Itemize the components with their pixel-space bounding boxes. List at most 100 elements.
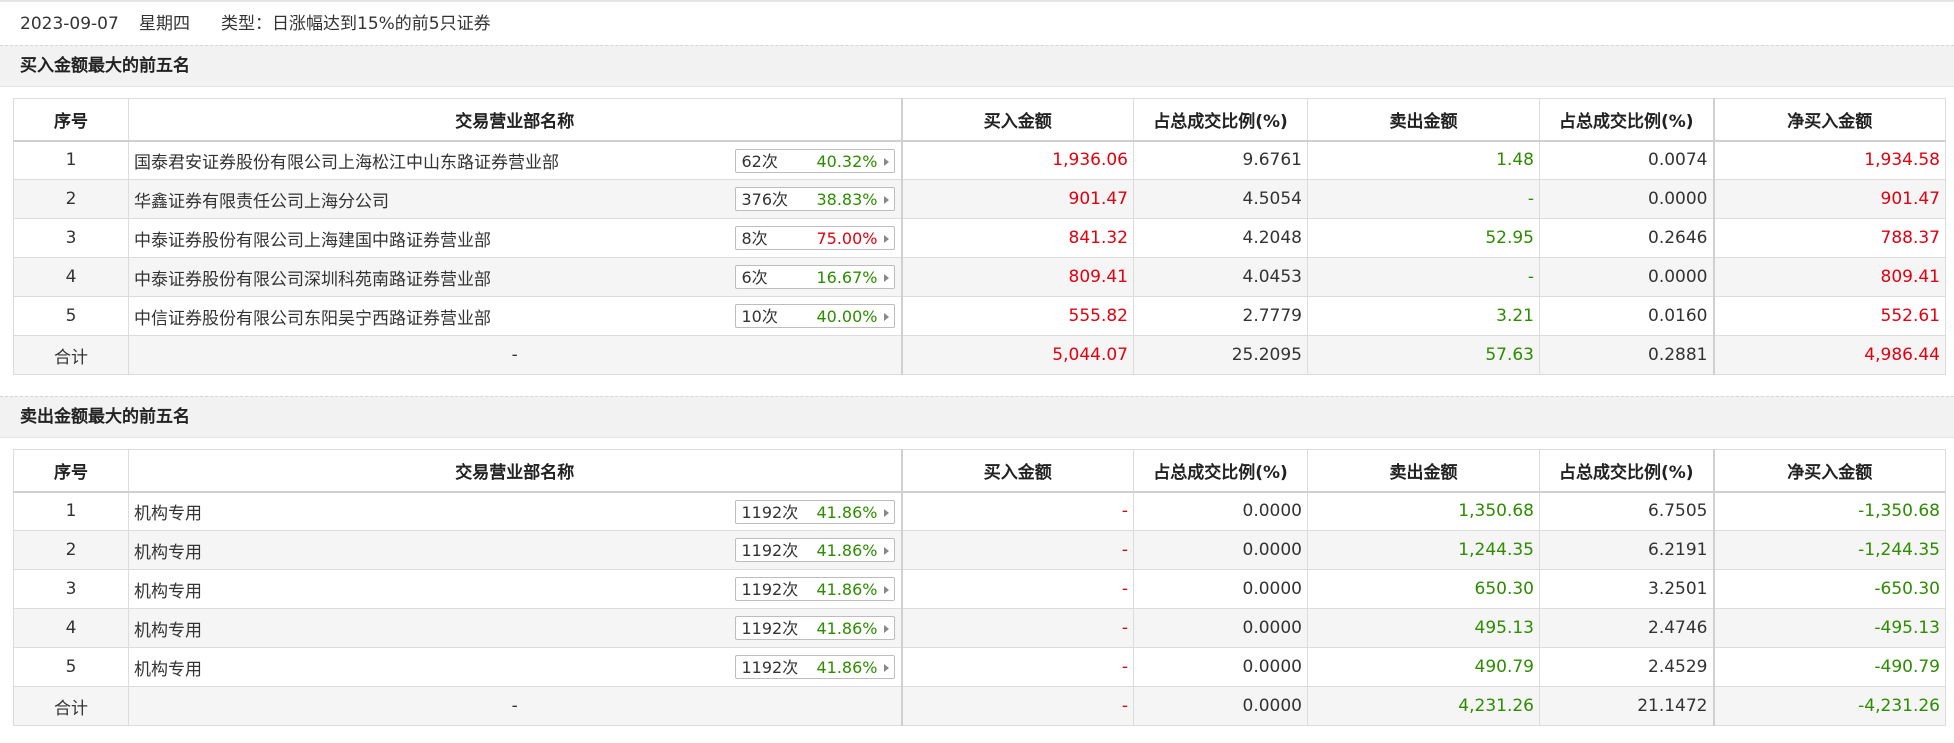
broker-name[interactable]: 机构专用: [134, 543, 202, 563]
column-header: 占总成交比例(%): [1539, 98, 1714, 142]
broker-stats-badge[interactable]: 1192次 41.86%: [734, 499, 895, 524]
broker-name-cell: 中信证券股份有限公司东阳吴宁西路证券营业部 10次 40.00%: [128, 296, 902, 336]
sell-ratio: 6.2191: [1539, 530, 1714, 570]
sell-ratio: 0.0000: [1539, 257, 1714, 297]
buy-amount: -: [900, 491, 1134, 531]
appearance-count: 1192次: [741, 541, 799, 560]
broker-name[interactable]: 华鑫证券有限责任公司上海分公司: [134, 192, 389, 212]
net-buy-amount: -650.30: [1712, 569, 1946, 609]
column-header: 序号: [13, 98, 129, 142]
caret-right-icon: [883, 508, 889, 517]
appearance-count: 1192次: [741, 619, 799, 638]
appearance-count: 1192次: [741, 502, 799, 522]
table-row: 3 中泰证券股份有限公司上海建国中路证券营业部 8次 75.00% 841.32 4.20…: [13, 218, 1946, 258]
row-number: 1: [13, 140, 129, 180]
buy-ratio: 0.0000: [1133, 647, 1308, 687]
buy-amount: -: [900, 530, 1134, 570]
sell-ratio: 6.7505: [1539, 491, 1714, 531]
buy-section-title: 买入金额最大的前五名: [0, 45, 1954, 87]
broker-name[interactable]: 国泰君安证券股份有限公司上海松江中山东路证券营业部: [134, 153, 559, 173]
buy-amount: -: [900, 647, 1134, 687]
row-number: 3: [13, 218, 129, 258]
sell-top5-table: 序号 交易营业部名称 买入金额 占总成交比例(%) 卖出金额 占总成交比例(%) 净买入金额…: [13, 449, 1946, 726]
sell-section-title-text: 卖出金额最大的前五名: [20, 407, 190, 427]
broker-name-cell: 机构专用 1192次 41.86%: [128, 608, 902, 648]
trade-date: 2023-09-07: [20, 14, 119, 34]
sell-ratio: 0.0000: [1539, 179, 1714, 219]
top-divider: [0, 0, 1954, 2]
column-header: 占总成交比例(%): [1539, 449, 1714, 493]
table-row: 4 中泰证券股份有限公司深圳科苑南路证券营业部 6次 16.67% 809.41 4.04…: [13, 257, 1946, 297]
weekday: 星期四: [139, 14, 190, 34]
sell-ratio: 0.0160: [1539, 296, 1714, 336]
row-number: 2: [13, 179, 129, 219]
buy-ratio: 0.0000: [1133, 491, 1308, 531]
total-sell-amount: 57.63: [1307, 335, 1540, 375]
sell-amount: 490.79: [1307, 647, 1540, 687]
info-bar: 2023-09-07 星期四 类型：日涨幅达到15%的前5只证券: [0, 4, 1954, 44]
total-net-buy: 4,986.44: [1712, 335, 1946, 375]
buy-amount: 901.47: [900, 179, 1134, 219]
broker-stats-badge[interactable]: 1192次 41.86%: [734, 655, 895, 679]
win-rate: 41.86%: [816, 619, 878, 638]
broker-stats-badge[interactable]: 1192次 41.86%: [734, 577, 895, 601]
broker-name-cell: 机构专用 1192次 41.86%: [128, 491, 902, 531]
broker-stats-badge[interactable]: 1192次 41.86%: [734, 538, 895, 562]
win-rate: 41.86%: [816, 541, 878, 560]
sell-amount: -: [1307, 179, 1540, 219]
broker-name-cell: 机构专用 1192次 41.86%: [128, 569, 902, 609]
appearance-count: 10次: [741, 307, 778, 326]
column-header: 交易营业部名称: [128, 98, 902, 142]
broker-stats-badge[interactable]: 8次 75.00%: [734, 226, 895, 250]
appearance-count: 1192次: [741, 658, 799, 677]
broker-stats-badge[interactable]: 376次 38.83%: [734, 187, 895, 211]
column-header: 卖出金额: [1307, 449, 1540, 493]
table-row: 2 机构专用 1192次 41.86% -0.0000 1,244.35 6.2191 -1,…: [13, 530, 1946, 570]
win-rate: 40.00%: [816, 307, 878, 326]
caret-right-icon: [883, 196, 889, 204]
total-sell-ratio: 21.1472: [1539, 686, 1714, 726]
caret-right-icon: [883, 313, 889, 321]
broker-stats-badge[interactable]: 1192次 41.86%: [734, 616, 895, 640]
broker-name[interactable]: 机构专用: [134, 660, 202, 680]
broker-name[interactable]: 机构专用: [134, 504, 202, 524]
net-buy-amount: 552.61: [1712, 296, 1946, 336]
caret-right-icon: [883, 157, 889, 166]
sell-amount: 52.95: [1307, 218, 1540, 258]
caret-right-icon: [883, 274, 889, 282]
row-number: 5: [13, 296, 129, 336]
total-buy-ratio: 0.0000: [1133, 686, 1308, 726]
sell-amount: 650.30: [1307, 569, 1540, 609]
broker-name[interactable]: 中泰证券股份有限公司深圳科苑南路证券营业部: [134, 270, 491, 290]
broker-name-cell: 中泰证券股份有限公司深圳科苑南路证券营业部 6次 16.67%: [128, 257, 902, 297]
net-buy-amount: 788.37: [1712, 218, 1946, 258]
column-header: 卖出金额: [1307, 98, 1540, 142]
sell-ratio: 0.2646: [1539, 218, 1714, 258]
broker-stats-badge[interactable]: 10次 40.00%: [734, 304, 895, 328]
broker-stats-badge[interactable]: 6次 16.67%: [734, 265, 895, 289]
broker-name[interactable]: 中泰证券股份有限公司上海建国中路证券营业部: [134, 231, 491, 251]
broker-name[interactable]: 中信证券股份有限公司东阳吴宁西路证券营业部: [134, 309, 491, 329]
column-header: 净买入金额: [1712, 449, 1946, 493]
sell-amount: 1,350.68: [1307, 491, 1540, 531]
total-buy-amount: 5,044.07: [900, 335, 1134, 375]
broker-name-cell: 机构专用 1192次 41.86%: [128, 647, 902, 687]
row-number: 5: [13, 647, 129, 687]
broker-name[interactable]: 机构专用: [134, 621, 202, 641]
broker-name-cell: 国泰君安证券股份有限公司上海松江中山东路证券营业部 62次 40.32%: [128, 140, 902, 180]
caret-right-icon: [883, 235, 889, 243]
sell-amount: 1.48: [1307, 140, 1540, 180]
total-name: -: [128, 335, 902, 375]
sell-ratio: 3.2501: [1539, 569, 1714, 609]
net-buy-amount: -490.79: [1712, 647, 1946, 687]
appearance-count: 8次: [741, 229, 768, 248]
row-number: 2: [13, 530, 129, 570]
header-row: 序号 交易营业部名称 买入金额 占总成交比例(%) 卖出金额 占总成交比例(%) 净买入金额: [13, 98, 1946, 142]
broker-name[interactable]: 机构专用: [134, 582, 202, 602]
column-header: 占总成交比例(%): [1133, 449, 1308, 493]
broker-stats-badge[interactable]: 62次 40.32%: [734, 148, 895, 173]
appearance-count: 1192次: [741, 580, 799, 599]
buy-amount: -: [900, 608, 1134, 648]
caret-right-icon: [883, 664, 889, 672]
buy-ratio: 9.6761: [1133, 140, 1308, 180]
